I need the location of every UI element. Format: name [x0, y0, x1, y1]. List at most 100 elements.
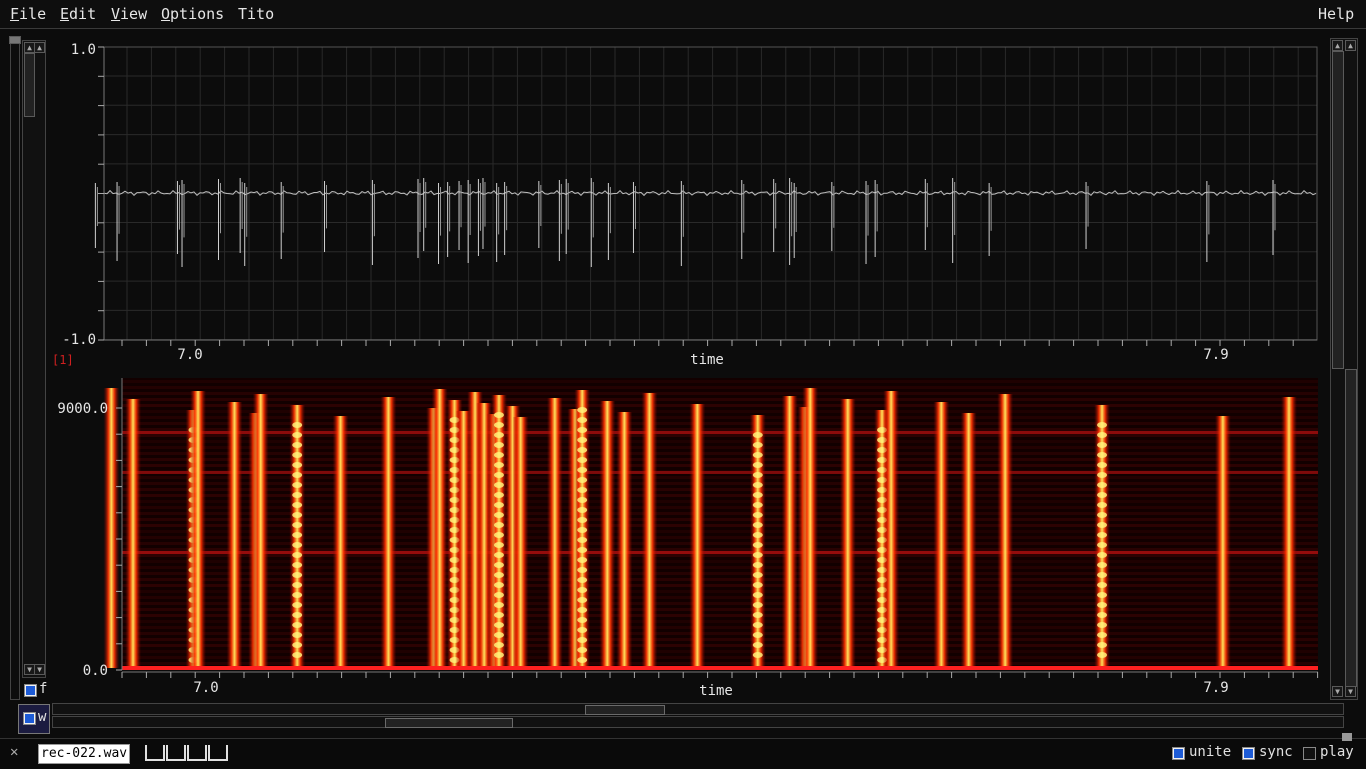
spectrogram-burst-dot [1097, 562, 1108, 568]
spectrogram-burst-dot [577, 497, 588, 503]
spectrogram-burst-dot [577, 637, 588, 643]
spectrogram-burst-dot [292, 522, 303, 528]
spectrogram-burst [960, 413, 977, 668]
spectrogram-burst-dot [752, 622, 763, 628]
unite-label: unite [1189, 744, 1232, 760]
spectrogram-burst-dot [292, 492, 303, 498]
spectrogram-burst [1281, 397, 1297, 668]
spectrogram-burst-dot [493, 552, 504, 558]
spectrogram-burst-dot [577, 527, 588, 533]
spectrogram-burst-dot [493, 442, 504, 448]
horizontal-scrollbar-bottom[interactable] [52, 716, 1344, 728]
spectrogram-burst-dot [1097, 462, 1108, 468]
spectrogram-burst-dot [292, 452, 303, 458]
waveform-x-tick-left: 7.0 [177, 347, 202, 363]
spectrogram-burst-dot [292, 612, 303, 618]
spectrogram-burst-dot [1097, 552, 1108, 558]
h-scroll-thumb-bottom[interactable] [385, 718, 513, 728]
spectrogram-burst-dot [493, 522, 504, 528]
spectrogram-burst-dot [292, 512, 303, 518]
spectrogram-burst-dot [577, 427, 588, 433]
spectrogram-noise-row [122, 398, 1318, 401]
spectrogram-burst [332, 416, 349, 668]
empty-tab[interactable] [166, 745, 186, 761]
spectrogram-burst-dot [752, 522, 763, 528]
spectrogram-burst-dot [292, 572, 303, 578]
spectrogram-burst-dot [752, 552, 763, 558]
horizontal-scrollbar-top[interactable] [52, 703, 1344, 715]
spectrogram-burst-dot [752, 612, 763, 618]
spectrogram-burst-dot [493, 642, 504, 648]
spectrogram-burst-dot [577, 467, 588, 473]
spectrogram-burst-dot [292, 602, 303, 608]
spectrogram-burst-dot [1097, 572, 1108, 578]
spectrogram-burst-dot [752, 642, 763, 648]
play-checkbox[interactable] [1303, 747, 1316, 760]
spectrogram-burst-dot [577, 647, 588, 653]
spectrogram-y-bottom: 0.0 [83, 663, 108, 679]
spectrogram-burst-dot [752, 652, 763, 658]
spectrogram-burst [190, 391, 207, 668]
spectrogram-burst-dot [752, 602, 763, 608]
spectrogram-burst-dot [292, 532, 303, 538]
spectrogram-burst-dot [1097, 642, 1108, 648]
spectrogram-burst-dot [1097, 542, 1108, 548]
spectrogram-burst-dot [577, 587, 588, 593]
spectrogram-burst-dot [1097, 452, 1108, 458]
spectrogram-burst-dot [752, 452, 763, 458]
channel-marker: [1] [52, 353, 74, 367]
corner-handle[interactable] [1342, 733, 1352, 741]
spectrogram-burst-dot [493, 422, 504, 428]
spectrogram-burst [103, 388, 120, 668]
spectrogram-burst-dot [577, 417, 588, 423]
spectrogram-burst-dot [292, 482, 303, 488]
spectrogram-burst [226, 402, 243, 668]
waveform-y-bottom: -1.0 [62, 332, 96, 348]
spectrogram-burst-dot [292, 422, 303, 428]
spectrogram-burst-dot [577, 477, 588, 483]
bottom-bar: ✕ rec-022.wav unite sync play [0, 733, 1366, 769]
spectrogram-burst-dot [752, 562, 763, 568]
spectrogram-burst-dot [577, 447, 588, 453]
spectrogram-burst-dot [1097, 632, 1108, 638]
close-icon[interactable]: ✕ [10, 744, 18, 760]
spectrogram-burst [1214, 416, 1231, 668]
spectrogram-burst-dot [493, 472, 504, 478]
spectrogram-burst-dot [1097, 622, 1108, 628]
spectrogram-burst-dot [752, 582, 763, 588]
plot-canvas[interactable]: 1.0 -1.0 [1] 7.0 7.9 time 9000.0 0.0 7.0… [0, 0, 1366, 738]
spectrogram-burst [512, 417, 529, 668]
spectrogram-burst-dot [1097, 602, 1108, 608]
spectrogram-burst-dot [292, 542, 303, 548]
spectrogram-burst-dot [577, 507, 588, 513]
spectrogram-burst-dot [493, 622, 504, 628]
spectrogram-burst [641, 393, 658, 668]
empty-tab[interactable] [145, 745, 165, 761]
spectrogram-burst [431, 389, 448, 668]
spectrogram-burst-dot [577, 617, 588, 623]
sync-checkbox[interactable] [1242, 747, 1255, 760]
spectrogram-burst-dot [493, 412, 504, 418]
spectrogram-burst-dot [292, 442, 303, 448]
spectrogram-burst-dot [1097, 492, 1108, 498]
empty-tab[interactable] [208, 745, 228, 761]
file-tab[interactable]: rec-022.wav [38, 744, 131, 764]
spectrogram-burst-dot [493, 592, 504, 598]
empty-tab[interactable] [187, 745, 207, 761]
spectrogram-burst-dot [752, 472, 763, 478]
spectrogram-burst-dot [493, 652, 504, 658]
spectrogram-burst-dot [752, 572, 763, 578]
spectrogram-burst-dot [577, 557, 588, 563]
h-scroll-thumb-top[interactable] [585, 705, 665, 715]
spectrogram-burst-dot [577, 407, 588, 413]
spectrogram-burst-dot [752, 532, 763, 538]
waveform-x-label: time [690, 352, 724, 368]
unite-checkbox[interactable] [1172, 747, 1185, 760]
spectrogram-burst [933, 402, 950, 668]
spectrogram-x-label: time [699, 683, 733, 699]
spectrogram-burst-dot [292, 582, 303, 588]
spectrogram-burst-dot [493, 452, 504, 458]
spectrogram-burst-dot [577, 487, 588, 493]
spectrogram-burst-dot [577, 597, 588, 603]
spectrogram-burst-dot [493, 532, 504, 538]
